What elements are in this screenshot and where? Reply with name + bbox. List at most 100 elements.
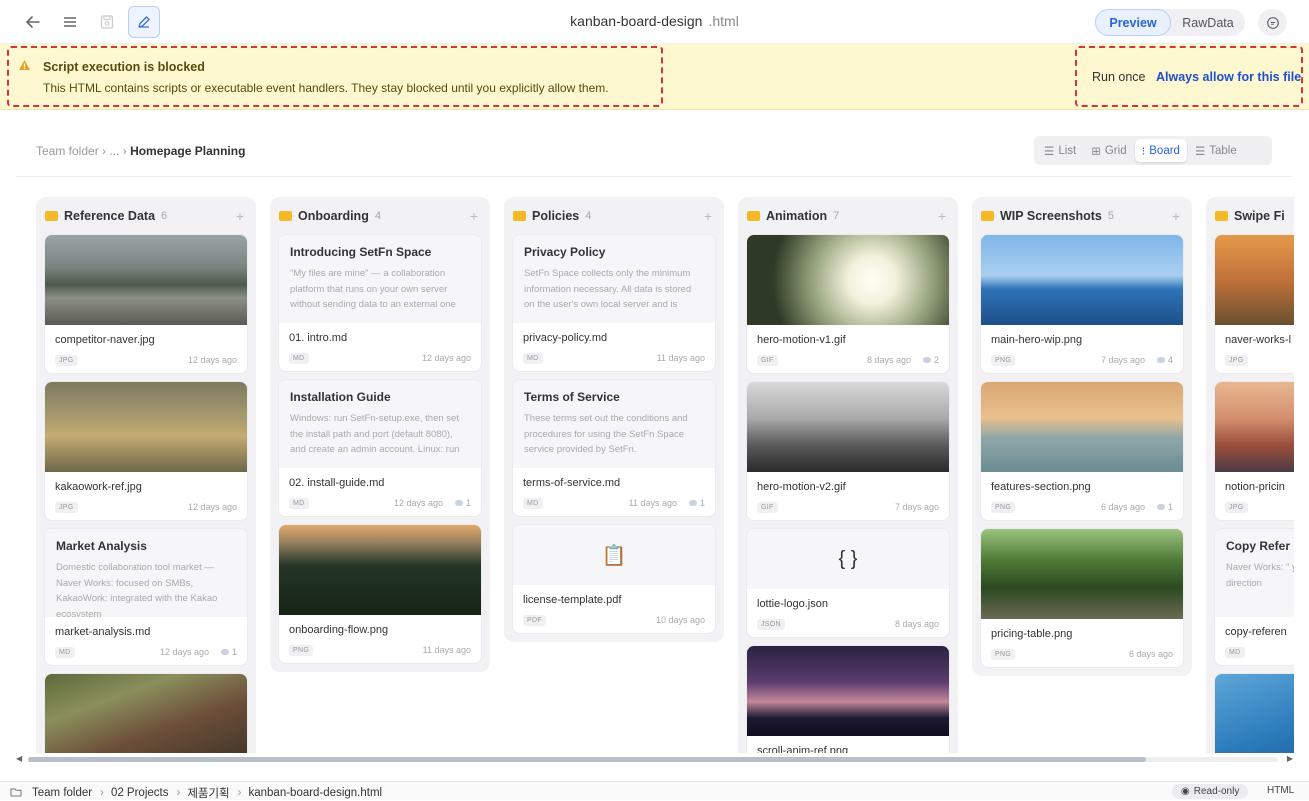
file-card[interactable]: main-hero-wip.png PNG 7 days ago 4 xyxy=(981,235,1183,373)
format-indicator[interactable]: HTML xyxy=(1267,785,1294,796)
add-card-icon[interactable]: + xyxy=(470,208,478,224)
add-card-icon[interactable]: + xyxy=(236,208,244,224)
modified-date: 11 days ago xyxy=(656,353,705,363)
view-grid-label: Grid xyxy=(1104,144,1127,157)
add-card-icon[interactable]: + xyxy=(704,208,712,224)
file-card[interactable]: Privacy Policy SetFn Space collects only … xyxy=(513,235,715,371)
file-card[interactable]: Market Analysis Domestic collaboration to… xyxy=(45,529,247,665)
card-meta-row: MD 12 days ago 1 xyxy=(289,496,471,510)
chat-icon[interactable] xyxy=(1258,9,1287,36)
modified-date: 11 days ago xyxy=(628,498,677,508)
status-path-2[interactable]: 제품기획 xyxy=(187,785,229,801)
column-title: WIP Screenshots xyxy=(1000,209,1102,223)
file-card[interactable]: linear-dashboPNG xyxy=(1215,674,1294,753)
modified-date: 6 days ago xyxy=(1100,502,1145,512)
comment-count: 4 xyxy=(1156,355,1173,365)
rawdata-tab[interactable]: RawData xyxy=(1171,9,1245,36)
horizontal-scrollbar[interactable]: ◀ ▶ xyxy=(16,754,1293,763)
card-meta-row: GIF 8 days ago 2 xyxy=(757,353,939,367)
view-switcher: ☰ List ⊞ Grid ⁝ Board ☰ Table xyxy=(1034,136,1272,165)
preview-body: Domestic collaboration tool market — Nav… xyxy=(56,562,218,617)
file-name: privacy-policy.md xyxy=(523,332,608,344)
text-preview: Market Analysis Domestic collaboration to… xyxy=(45,529,247,617)
comment-count-value: 1 xyxy=(699,498,705,508)
modified-date: 6 days ago xyxy=(1128,649,1173,659)
scroll-thumb[interactable] xyxy=(28,757,1146,762)
file-card[interactable]: Installation Guide Windows: run SetFn-set… xyxy=(279,380,481,516)
text-preview: Terms of Service These terms set out the … xyxy=(513,380,715,468)
thumbnail-image xyxy=(45,235,247,325)
warning-icon xyxy=(18,59,31,74)
file-card[interactable]: hero-motion-v1.gif GIF 8 days ago 2 xyxy=(747,235,949,373)
run-once-button[interactable]: Run once xyxy=(1092,70,1146,84)
folder-icon xyxy=(747,211,760,221)
modified-date: 12 days ago xyxy=(159,647,209,657)
board-column: Swipe Fi+ naver-works-l JPG notion-pricin JP… xyxy=(1206,197,1294,753)
card-meta: onboarding-flow.png PNG 11 days ago xyxy=(279,615,481,663)
document-title-name: kanban-board-design xyxy=(570,13,703,29)
column-header: Reference Data 6 + xyxy=(45,197,247,235)
file-card[interactable]: features-section.png PNG 6 days ago 1 xyxy=(981,382,1183,520)
file-type-badge: MD xyxy=(289,352,309,364)
view-grid-button[interactable]: ⊞ Grid xyxy=(1084,139,1133,162)
view-list-button[interactable]: ☰ List xyxy=(1037,139,1083,162)
file-card[interactable]: Introducing SetFn Space "My files are min… xyxy=(279,235,481,371)
board-icon: ⁝ xyxy=(1141,145,1146,158)
card-meta-row: JSON 8 days ago xyxy=(757,617,939,631)
card-meta-row: MD 12 days ago xyxy=(289,351,471,365)
file-name: license-template.pdf xyxy=(523,594,622,606)
modified-date: 12 days ago xyxy=(187,502,237,512)
preview-body: Windows: run SetFn-setup.exe, then set t… xyxy=(290,413,460,455)
file-name: kakaowork-ref.jpg xyxy=(55,481,142,493)
view-board-button[interactable]: ⁝ Board xyxy=(1134,139,1187,162)
preview-body: These terms set out the conditions and p… xyxy=(524,413,688,455)
status-path-0[interactable]: Team folder xyxy=(32,787,92,799)
file-card[interactable]: notion-pricin JPG xyxy=(1215,382,1294,520)
file-card[interactable]: pricing-table.png PNG 6 days ago xyxy=(981,529,1183,667)
add-card-icon[interactable]: + xyxy=(1172,208,1180,224)
modified-date: 7 days ago xyxy=(1100,355,1145,365)
breadcrumb-root[interactable]: Team folder xyxy=(36,144,99,158)
file-type-badge: MD xyxy=(1225,646,1245,658)
file-type-badge: JPG xyxy=(1225,501,1248,513)
column-title: Policies xyxy=(532,209,580,223)
modified-date: 12 days ago xyxy=(421,353,471,363)
comment-count: 2 xyxy=(922,355,939,365)
file-card[interactable]: flow-screenshot.pngPNG12 days ago xyxy=(45,674,247,753)
preview-title: Copy Refer xyxy=(1226,539,1291,553)
add-card-icon[interactable]: + xyxy=(938,208,946,224)
file-card[interactable]: Copy Refer Naver Works: " your team." No … xyxy=(1215,529,1294,665)
file-card[interactable]: naver-works-l JPG xyxy=(1215,235,1294,373)
file-card[interactable]: scroll-anim-ref.pngPNG8 days ago xyxy=(747,646,949,753)
thumbnail-image xyxy=(45,674,247,753)
always-allow-link[interactable]: Always allow for this file xyxy=(1156,70,1301,84)
file-type-badge: MD xyxy=(55,646,75,658)
column-header: WIP Screenshots 5 + xyxy=(981,197,1183,235)
scroll-left-icon[interactable]: ◀ xyxy=(16,754,22,763)
card-meta-row: PNG 6 days ago 1 xyxy=(991,500,1173,514)
chevron-right-icon: › xyxy=(176,787,181,799)
file-card[interactable]: 📋 license-template.pdf PDF 10 days ago xyxy=(513,525,715,633)
file-card[interactable]: hero-motion-v2.gif GIF 7 days ago xyxy=(747,382,949,520)
file-type-icon: 📋 xyxy=(513,525,715,585)
chevron-right-icon: › xyxy=(237,787,242,799)
preview-tab[interactable]: Preview xyxy=(1095,9,1171,36)
comment-icon xyxy=(688,500,697,506)
status-path-1[interactable]: 02 Projects xyxy=(111,787,169,799)
comment-count-value: 1 xyxy=(231,647,237,657)
file-name: onboarding-flow.png xyxy=(289,624,389,636)
file-card[interactable]: onboarding-flow.png PNG 11 days ago xyxy=(279,525,481,663)
card-meta: 01. intro.md MD 12 days ago xyxy=(279,323,481,371)
folder-icon xyxy=(513,211,526,221)
file-card[interactable]: Terms of Service These terms set out the … xyxy=(513,380,715,516)
file-card[interactable]: { } lottie-logo.json JSON 8 days ago xyxy=(747,529,949,637)
file-card[interactable]: kakaowork-ref.jpg JPG 12 days ago xyxy=(45,382,247,520)
header-divider xyxy=(16,176,1293,177)
board-column: Onboarding 4 + Introducing SetFn Space "My f… xyxy=(270,197,490,672)
view-table-button[interactable]: ☰ Table xyxy=(1188,139,1244,162)
file-card[interactable]: competitor-naver.jpg JPG 12 days ago xyxy=(45,235,247,373)
board-column: Animation 7 + hero-motion-v1.gif GIF 8 days a… xyxy=(738,197,958,753)
column-header: Swipe Fi+ xyxy=(1215,197,1294,235)
scroll-right-icon[interactable]: ▶ xyxy=(1287,754,1293,763)
breadcrumb-ellipsis[interactable]: ... xyxy=(109,144,119,158)
